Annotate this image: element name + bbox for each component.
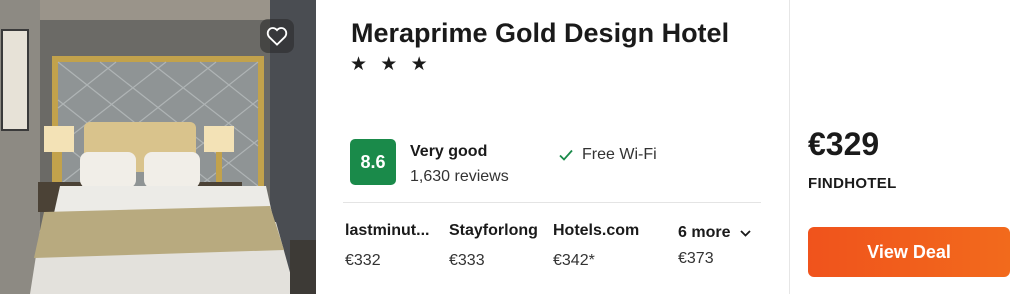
view-deal-button[interactable]: View Deal (808, 227, 1010, 277)
hotel-name[interactable]: Meraprime Gold Design Hotel (351, 18, 729, 49)
provider-offer[interactable]: Hotels.com €342* (553, 222, 639, 270)
provider-price: €342* (553, 252, 595, 269)
provider-price: €333 (449, 252, 485, 269)
provider-offer[interactable]: lastminut... €332 (345, 222, 429, 270)
provider-name[interactable]: lastminut... (345, 222, 429, 240)
amenity-label: Free Wi-Fi (582, 146, 657, 163)
rating-label: Very good (410, 143, 488, 160)
more-providers-label: 6 more (678, 224, 731, 241)
more-providers-button[interactable]: 6 more (678, 224, 752, 242)
provider-name[interactable]: Stayforlong (449, 222, 538, 240)
checkmark-icon (559, 149, 573, 161)
best-price-site: FINDHOTEL (808, 175, 897, 192)
provider-price: €332 (345, 252, 381, 269)
more-providers-price: €373 (678, 250, 714, 267)
divider (343, 202, 761, 203)
favorite-button[interactable] (260, 19, 294, 53)
rating-score-badge: 8.6 (350, 139, 396, 185)
provider-offer[interactable]: Stayforlong €333 (449, 222, 538, 270)
hotel-result-card: Meraprime Gold Design Hotel ★ ★ ★ 8.6 Ve… (0, 0, 1024, 294)
hotel-photo[interactable] (0, 0, 316, 294)
review-count[interactable]: 1,630 reviews (410, 168, 509, 186)
provider-name[interactable]: Hotels.com (553, 222, 639, 240)
star-rating: ★ ★ ★ (350, 54, 432, 75)
divider (789, 0, 790, 294)
chevron-down-icon (740, 229, 752, 237)
amenity-wifi: Free Wi-Fi (559, 146, 657, 164)
best-price: €329 (808, 126, 880, 162)
heart-icon (266, 27, 288, 46)
